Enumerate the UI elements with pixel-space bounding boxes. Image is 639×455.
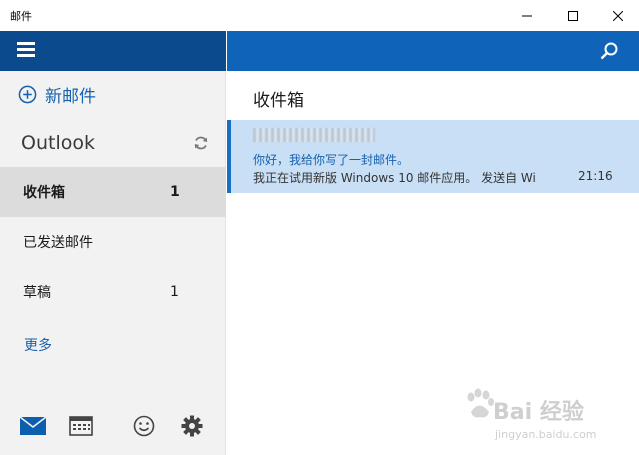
sync-icon[interactable] [193,135,209,151]
minimize-button[interactable] [504,0,550,31]
more-folders-link[interactable]: 更多 [24,335,52,355]
account-name[interactable]: Outlook [21,132,95,154]
maximize-button[interactable] [550,0,596,31]
message-preview: 我正在试用新版 Windows 10 邮件应用。 发送自 Wi [253,171,536,185]
navigation-pane: 新邮件 Outlook 收件箱 1 已发送邮件 草稿 1 更多 [0,31,226,455]
mail-icon[interactable] [20,415,46,437]
maximize-icon [568,10,578,21]
bottom-toolbar [0,409,226,443]
selection-indicator [227,120,231,193]
calendar-icon[interactable] [68,415,94,437]
unread-count: 1 [170,184,180,200]
new-mail-label: 新邮件 [45,86,96,107]
smiley-icon[interactable] [131,415,157,437]
message-sender-redacted: ​ [253,128,376,142]
close-button[interactable] [596,0,639,31]
app-title: 邮件 [10,10,32,23]
folder-sent[interactable]: 已发送邮件 [0,217,226,267]
watermark-url: jingyan.baidu.com [495,428,597,441]
new-mail-button[interactable]: 新邮件 [18,81,96,107]
close-icon [612,10,623,21]
unread-count: 1 [170,284,179,300]
message-time: 21:16 [578,169,613,183]
watermark-brand: Bai 经验 [493,400,584,425]
hamburger-menu-icon[interactable] [14,42,38,60]
message-list-header [227,31,639,71]
folder-inbox[interactable]: 收件箱 1 [0,167,226,217]
navigation-header [0,31,226,71]
minimize-icon [522,15,532,16]
search-icon[interactable] [599,41,619,61]
folder-name: 收件箱 [23,185,65,201]
folder-title: 收件箱 [253,91,304,111]
gear-icon[interactable] [179,415,205,437]
folder-drafts[interactable]: 草稿 1 [0,267,226,317]
title-bar: 邮件 [0,0,639,31]
folder-name: 已发送邮件 [23,235,93,251]
folder-name: 草稿 [23,285,51,301]
message-subject: 你好，我给你写了一封邮件。 [253,153,410,167]
watermark: Bai 经验 jingyan.baidu.com [465,382,635,452]
plus-circle-icon [18,85,37,103]
paw-logo-icon [467,388,494,418]
message-list-item[interactable]: ​ 你好，我给你写了一封邮件。 我正在试用新版 Windows 10 邮件应用。… [227,120,639,193]
